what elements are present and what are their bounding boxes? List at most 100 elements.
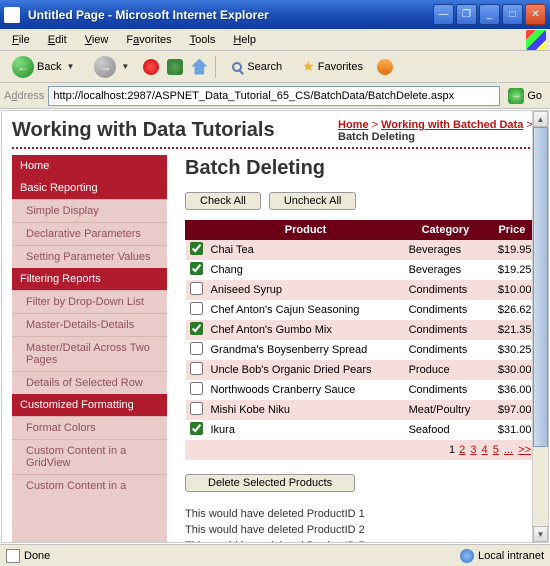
table-row: Mishi Kobe NikuMeat/Poultry$97.00 [186,400,538,420]
media-icon[interactable] [377,59,393,75]
favorites-label: Favorites [318,61,363,73]
row-checkbox[interactable] [190,342,203,355]
app-icon [4,7,20,23]
sidebar-header[interactable]: Filtering Reports [12,268,167,290]
breadcrumb-home[interactable]: Home [338,119,369,131]
cell-category: Condiments [405,280,487,300]
row-checkbox[interactable] [190,422,203,435]
row-checkbox[interactable] [190,362,203,375]
sidebar-item[interactable]: Custom Content in a [12,474,167,497]
sidebar-item[interactable]: Master-Details-Details [12,313,167,336]
pager-next[interactable]: >> [518,444,531,456]
cell-product: Chai Tea [207,240,405,261]
delete-selected-button[interactable]: Delete Selected Products [185,474,355,492]
cell-category: Condiments [405,300,487,320]
cell-product: Grandma's Boysenberry Spread [207,340,405,360]
sidebar-item[interactable]: Setting Parameter Values [12,245,167,268]
pager-link[interactable]: 5 [493,444,499,456]
sidebar-item[interactable]: Details of Selected Row [12,371,167,394]
pager-link[interactable]: 3 [470,444,476,456]
menu-edit[interactable]: Edit [40,32,75,48]
cell-product: Mishi Kobe Niku [207,400,405,420]
search-button[interactable]: Search [224,56,288,78]
search-icon [232,62,242,72]
breadcrumb-section[interactable]: Working with Batched Data [381,119,523,131]
result-line: This would have deleted ProductID 1 [185,506,538,522]
close-button[interactable]: ✕ [525,4,546,25]
statusbar: Done Local intranet [0,544,550,566]
minimize-button[interactable]: — [433,4,454,25]
scroll-thumb[interactable] [533,127,548,447]
maximize-button[interactable]: □ [502,4,523,25]
menu-favorites[interactable]: Favorites [118,32,179,48]
col-category: Category [405,221,487,240]
go-button[interactable]: → Go [504,86,546,106]
document-icon [6,549,20,563]
pager-link[interactable]: 2 [459,444,465,456]
stop-icon[interactable] [143,59,159,75]
sidebar-item[interactable]: Filter by Drop-Down List [12,290,167,313]
forward-button[interactable]: → ▼ [88,52,135,82]
result-line: This would have deleted ProductID 2 [185,522,538,538]
sidebar: HomeBasic ReportingSimple DisplayDeclara… [12,155,167,543]
row-checkbox[interactable] [190,302,203,315]
sidebar-item[interactable]: Simple Display [12,199,167,222]
sidebar-item[interactable]: Format Colors [12,416,167,439]
row-checkbox[interactable] [190,282,203,295]
row-checkbox[interactable] [190,382,203,395]
cell-price: $21.35 [486,320,537,340]
refresh-icon[interactable] [167,59,183,75]
cell-category: Beverages [405,240,487,261]
cell-price: $30.00 [486,360,537,380]
cell-product: Chef Anton's Cajun Seasoning [207,300,405,320]
sidebar-item[interactable]: Custom Content in a GridView [12,439,167,474]
scroll-down-icon[interactable]: ▼ [533,526,548,542]
address-input[interactable] [48,86,500,106]
vertical-scrollbar[interactable]: ▲ ▼ [532,111,548,542]
table-row: Grandma's Boysenberry SpreadCondiments$3… [186,340,538,360]
pager-link[interactable]: 4 [482,444,488,456]
sidebar-item[interactable]: Declarative Parameters [12,222,167,245]
cell-product: Uncle Bob's Organic Dried Pears [207,360,405,380]
address-label: Address [4,90,44,102]
chevron-down-icon: ▼ [66,62,74,71]
sidebar-header[interactable]: Customized Formatting [12,394,167,416]
menu-help[interactable]: Help [225,32,264,48]
row-checkbox[interactable] [190,402,203,415]
sidebar-item[interactable]: Master/Detail Across Two Pages [12,336,167,371]
cell-price: $31.00 [486,420,537,440]
sidebar-header[interactable]: Basic Reporting [12,177,167,199]
cell-price: $97.00 [486,400,537,420]
menu-file[interactable]: File [4,32,38,48]
menu-tools[interactable]: Tools [182,32,224,48]
back-button[interactable]: ← Back ▼ [6,52,80,82]
cell-product: Ikura [207,420,405,440]
table-row: ChangBeverages$19.25 [186,260,538,280]
chevron-down-icon: ▼ [121,62,129,71]
forward-icon: → [94,56,116,78]
home-icon[interactable] [191,59,207,75]
row-checkbox[interactable] [190,322,203,335]
minimize2-button[interactable]: _ [479,4,500,25]
pager-ellipsis[interactable]: ... [504,444,513,456]
cell-product: Northwoods Cranberry Sauce [207,380,405,400]
search-label: Search [247,61,282,73]
table-row: Northwoods Cranberry SauceCondiments$36.… [186,380,538,400]
uncheck-all-button[interactable]: Uncheck All [269,192,356,210]
restore-button[interactable]: ❐ [456,4,477,25]
favorites-button[interactable]: ★ Favorites [296,54,369,79]
table-row: IkuraSeafood$31.00 [186,420,538,440]
table-row: Uncle Bob's Organic Dried PearsProduce$3… [186,360,538,380]
row-checkbox[interactable] [190,242,203,255]
row-checkbox[interactable] [190,262,203,275]
breadcrumb: Home > Working with Batched Data > Batch… [338,119,538,143]
menubar: File Edit View Favorites Tools Help [0,29,550,51]
sidebar-header[interactable]: Home [12,155,167,177]
titlebar[interactable]: Untitled Page - Microsoft Internet Explo… [0,0,550,29]
table-row: Aniseed SyrupCondiments$10.00 [186,280,538,300]
menu-view[interactable]: View [77,32,117,48]
scroll-up-icon[interactable]: ▲ [533,111,548,127]
check-all-button[interactable]: Check All [185,192,261,210]
window-title: Untitled Page - Microsoft Internet Explo… [24,8,433,22]
result-line: This would have deleted ProductID 5 [185,538,538,543]
